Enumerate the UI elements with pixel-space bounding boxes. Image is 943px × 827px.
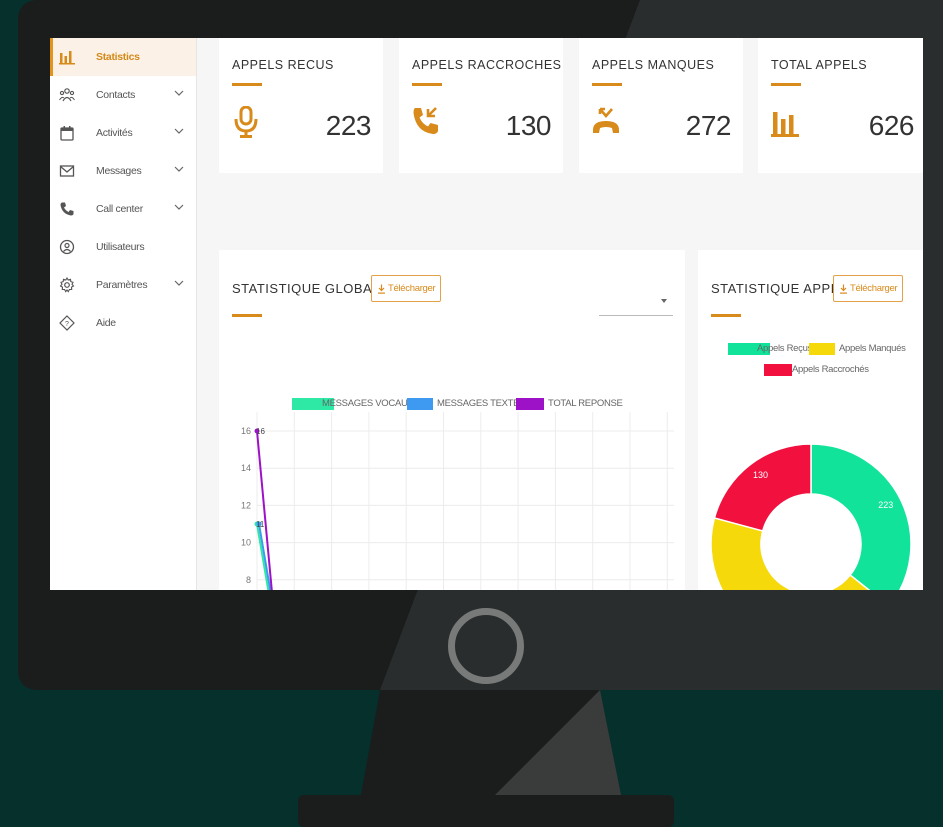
- stat-card-appels-recus: APPELS RECUS 223: [219, 38, 383, 173]
- stat-card-title: APPELS MANQUES: [592, 58, 715, 72]
- microphone-icon: [234, 106, 258, 138]
- help-icon: ?: [59, 315, 75, 331]
- stat-card-title: APPELS RECUS: [232, 58, 334, 72]
- sidebar-item-label: Messages: [96, 165, 142, 177]
- donut-slice: [713, 443, 812, 532]
- gear-icon: [59, 277, 75, 293]
- stat-card-appels-raccroches: APPELS RACCROCHES 130: [399, 38, 563, 173]
- download-button-label: Télécharger: [388, 283, 436, 294]
- panel-title: STATISTIQUE GLOBALE: [232, 281, 390, 296]
- stat-card-value: 272: [685, 110, 732, 141]
- bar-chart-icon: [59, 51, 75, 65]
- stat-card-title: TOTAL APPELS: [771, 58, 868, 72]
- svg-text:?: ?: [65, 321, 69, 328]
- accent-divider: [232, 83, 262, 86]
- sidebar-item-label: Paramètres: [96, 279, 148, 291]
- accent-divider: [232, 314, 262, 317]
- y-tick-label: 12: [241, 500, 251, 510]
- legend-swatch-raccroches: [764, 364, 792, 376]
- sidebar: Statistics Contacts Activités Messages C…: [50, 38, 197, 590]
- download-icon: [378, 284, 385, 294]
- legend-label: Appels Raccrochés: [792, 364, 869, 375]
- chevron-down-icon: [174, 166, 184, 172]
- users-icon: [59, 88, 75, 102]
- stat-card-total-appels: TOTAL APPELS 626: [758, 38, 923, 173]
- mail-icon: [59, 165, 75, 177]
- chevron-down-icon: [174, 204, 184, 210]
- chevron-down-icon: [174, 128, 184, 134]
- sidebar-item-call-center[interactable]: Call center: [50, 190, 196, 228]
- power-button: [448, 608, 524, 684]
- download-button[interactable]: Télécharger: [833, 275, 904, 302]
- stat-card-value: 223: [325, 110, 372, 141]
- panel-title: STATISTIQUE APPEL: [711, 281, 848, 296]
- chart-grid: [256, 412, 674, 590]
- y-tick-label: 14: [241, 463, 251, 473]
- chevron-down-icon: [174, 280, 184, 286]
- missed-call-icon: [593, 107, 619, 133]
- bar-chart-icon: [771, 112, 799, 137]
- legend-label: Appels Manqués: [839, 343, 906, 354]
- sidebar-item-messages[interactable]: Messages: [50, 152, 196, 190]
- statistique-globale-panel: STATISTIQUE GLOBALE Télécharger MESSAGES…: [219, 250, 685, 590]
- sidebar-item-aide[interactable]: ? Aide: [50, 304, 196, 342]
- statistique-appel-panel: STATISTIQUE APPEL Télécharger Appels Reç…: [698, 250, 923, 590]
- caret-down-icon: [661, 299, 667, 303]
- sidebar-item-label: Aide: [96, 317, 116, 329]
- donut-slice: [810, 443, 912, 590]
- legend-label: Appels Reçus: [757, 343, 813, 354]
- slice-label: 130: [753, 470, 768, 480]
- slice-label: 223: [878, 500, 893, 510]
- legend-swatch-manques: [809, 343, 835, 355]
- period-select[interactable]: [599, 288, 673, 316]
- chevron-down-icon: [174, 90, 184, 96]
- sidebar-item-label: Statistics: [96, 51, 140, 63]
- stat-card-value: 626: [868, 110, 915, 141]
- stat-card-value: 130: [505, 110, 552, 141]
- calendar-icon: [60, 126, 74, 141]
- download-button-label: Télécharger: [850, 283, 898, 294]
- sidebar-item-contacts[interactable]: Contacts: [50, 76, 196, 114]
- sidebar-item-utilisateurs[interactable]: Utilisateurs: [50, 228, 196, 266]
- accent-divider: [412, 83, 442, 86]
- download-icon: [840, 284, 847, 294]
- sidebar-item-statistics[interactable]: Statistics: [50, 38, 196, 76]
- accent-divider: [711, 314, 741, 317]
- y-tick-label: 8: [246, 575, 251, 585]
- data-label: 11: [256, 520, 265, 529]
- dashboard-screen: Statistics Contacts Activités Messages C…: [50, 38, 923, 590]
- sidebar-item-parametres[interactable]: Paramètres: [50, 266, 196, 304]
- stat-card-title: APPELS RACCROCHES: [412, 58, 562, 72]
- appel-donut-chart: 223 130: [710, 443, 912, 590]
- sidebar-item-label: Call center: [96, 203, 143, 215]
- user-circle-icon: [59, 239, 75, 255]
- sidebar-item-label: Activités: [96, 127, 133, 139]
- accent-divider: [592, 83, 622, 86]
- download-button[interactable]: Télécharger: [371, 275, 442, 302]
- phone-callback-icon: [413, 107, 438, 134]
- accent-divider: [771, 83, 801, 86]
- phone-icon: [60, 202, 74, 216]
- y-tick-label: 10: [241, 538, 251, 548]
- global-line-chart: 16141210861611: [241, 412, 674, 590]
- sidebar-item-label: Contacts: [96, 89, 136, 101]
- sidebar-item-activites[interactable]: Activités: [50, 114, 196, 152]
- sidebar-item-label: Utilisateurs: [96, 241, 145, 253]
- data-label: 16: [256, 427, 265, 436]
- y-tick-label: 16: [241, 426, 251, 436]
- stat-card-appels-manques: APPELS MANQUES 272: [579, 38, 743, 173]
